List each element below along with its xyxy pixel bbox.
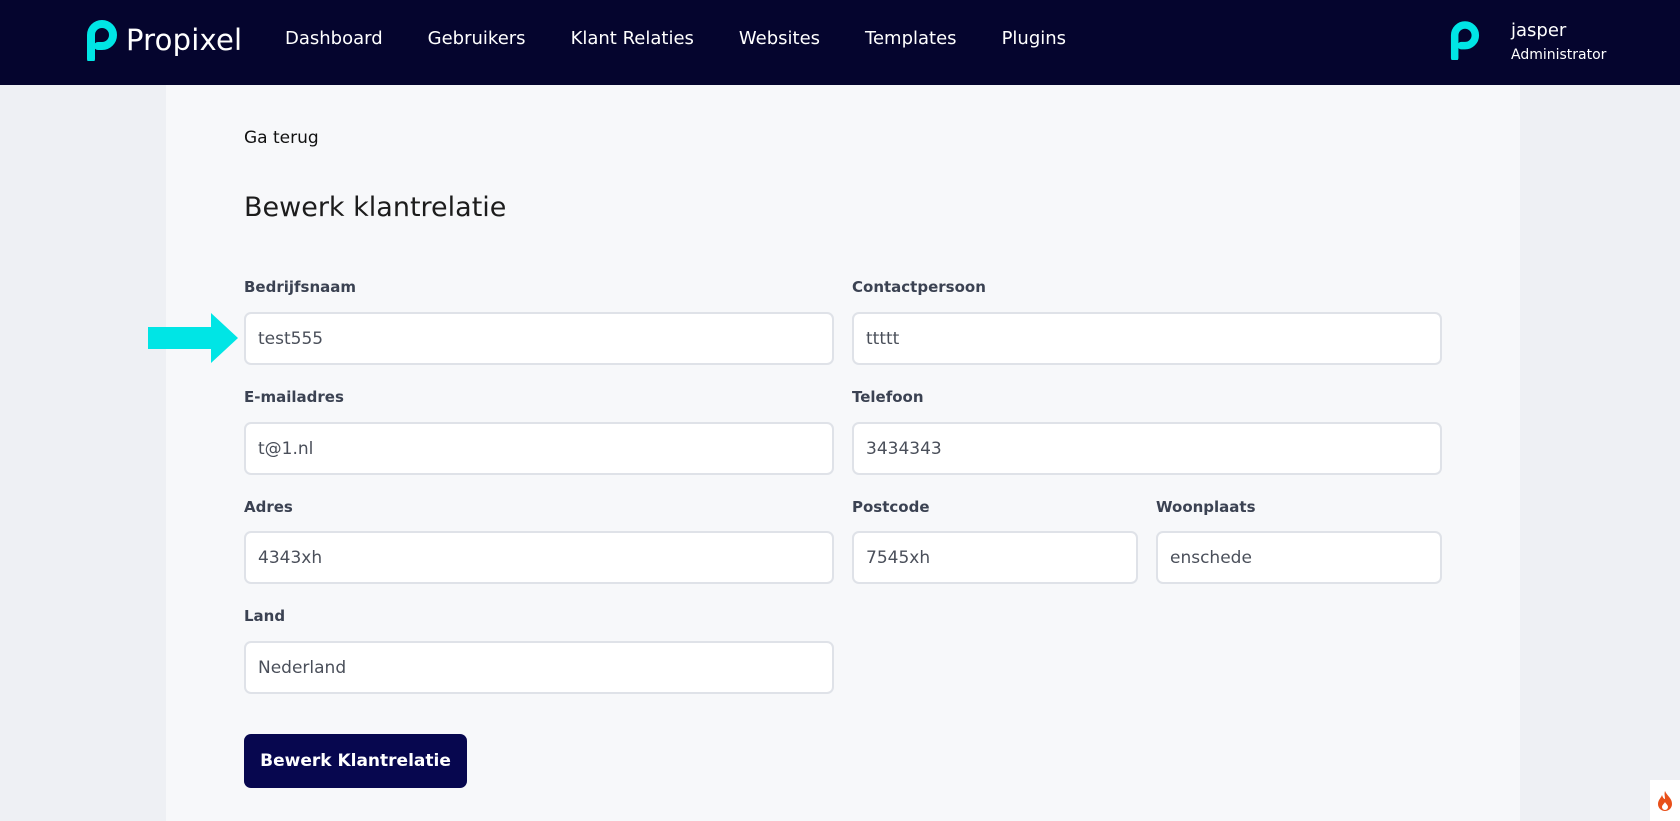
postcode-label: Postcode — [852, 498, 930, 516]
bedrijfsnaam-input[interactable] — [244, 312, 834, 365]
bedrijfsnaam-label: Bedrijfsnaam — [244, 278, 357, 296]
telefoon-label: Telefoon — [852, 388, 924, 406]
nav-item-dashboard[interactable]: Dashboard — [285, 28, 383, 49]
user-info: jasper Administrator — [1511, 20, 1606, 63]
nav-item-templates[interactable]: Templates — [865, 28, 957, 49]
nav-item-websites[interactable]: Websites — [739, 28, 820, 49]
back-link[interactable]: Ga terug — [244, 128, 319, 148]
submit-button[interactable]: Bewerk Klantrelatie — [244, 734, 467, 788]
main-nav: Dashboard Gebruikers Klant Relaties Webs… — [285, 28, 1111, 49]
user-role: Administrator — [1511, 47, 1607, 63]
debug-badge[interactable] — [1650, 780, 1680, 821]
adres-input[interactable] — [244, 531, 834, 584]
email-input[interactable] — [244, 422, 834, 475]
flame-icon — [1658, 790, 1672, 811]
contactpersoon-label: Contactpersoon — [852, 278, 986, 296]
brand-logo[interactable]: Propixel — [86, 18, 242, 62]
nav-item-gebruikers[interactable]: Gebruikers — [428, 28, 526, 49]
woonplaats-input[interactable] — [1156, 531, 1442, 584]
page-title: Bewerk klantrelatie — [244, 192, 507, 223]
postcode-input[interactable] — [852, 531, 1138, 584]
nav-item-plugins[interactable]: Plugins — [1002, 28, 1066, 49]
top-navigation-bar: Propixel Dashboard Gebruikers Klant Rela… — [0, 0, 1680, 85]
user-name: jasper — [1511, 20, 1567, 41]
woonplaats-label: Woonplaats — [1156, 498, 1256, 516]
brand-name: Propixel — [126, 23, 243, 57]
email-label: E-mailadres — [244, 388, 344, 406]
user-menu[interactable]: jasper Administrator — [1450, 20, 1606, 63]
arrow-right-icon — [148, 313, 238, 363]
nav-item-klant-relaties[interactable]: Klant Relaties — [571, 28, 694, 49]
land-input[interactable] — [244, 641, 834, 694]
contactpersoon-input[interactable] — [852, 312, 1442, 365]
land-label: Land — [244, 607, 286, 625]
user-avatar-icon — [1450, 21, 1480, 60]
propixel-p-logo-icon — [87, 20, 117, 61]
telefoon-input[interactable] — [852, 422, 1442, 475]
adres-label: Adres — [244, 498, 293, 516]
